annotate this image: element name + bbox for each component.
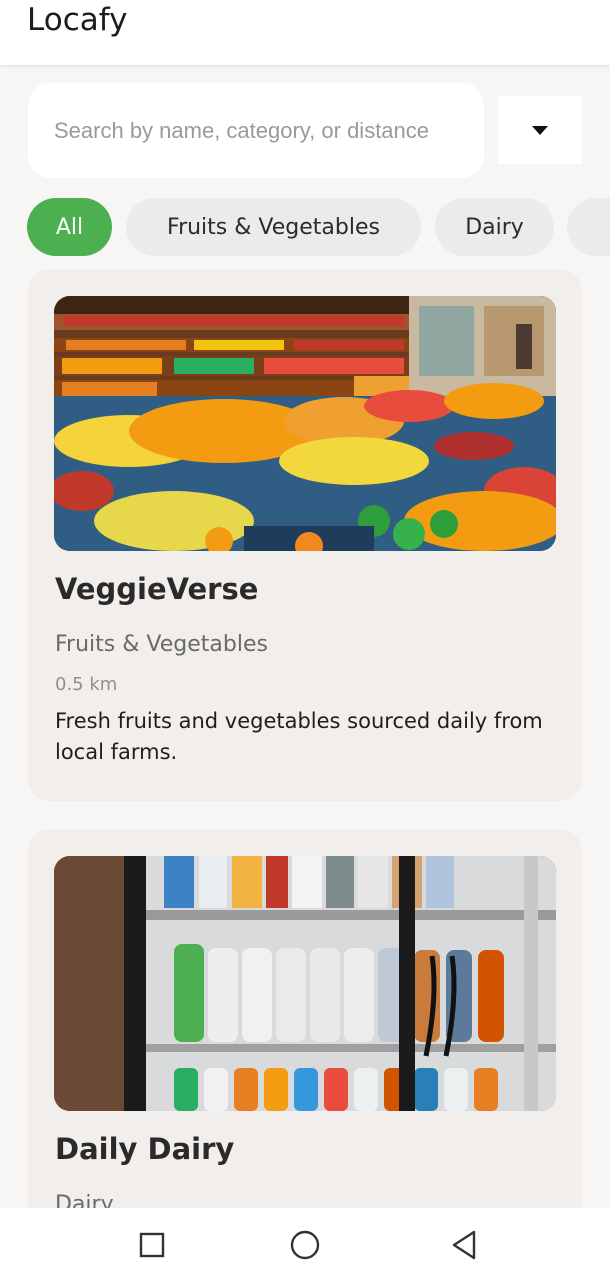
filter-chip-more[interactable]	[567, 198, 610, 256]
app-screen: Locafy All Fruits & Vegetables Dairy	[0, 0, 610, 1280]
search-input[interactable]	[54, 111, 460, 151]
store-card[interactable]: Daily Dairy Dairy	[28, 829, 582, 1249]
filter-chip-all[interactable]: All	[27, 198, 112, 256]
store-name: Daily Dairy	[55, 1132, 235, 1166]
app-bar: Locafy	[0, 0, 610, 66]
app-title: Locafy	[27, 2, 128, 38]
store-category: Fruits & Vegetables	[55, 632, 268, 657]
triangle-back-icon[interactable]	[446, 1228, 480, 1262]
store-image	[54, 856, 556, 1111]
search-box[interactable]	[28, 83, 484, 178]
chevron-down-icon	[532, 125, 548, 135]
system-navigation-bar	[0, 1208, 610, 1280]
filter-chip-fruits-vegetables[interactable]: Fruits & Vegetables	[126, 198, 421, 256]
circle-icon[interactable]	[288, 1228, 322, 1262]
store-name: VeggieVerse	[55, 572, 259, 606]
store-image	[54, 296, 556, 551]
filter-dropdown-button[interactable]	[498, 96, 582, 164]
store-card[interactable]: VeggieVerse Fruits & Vegetables 0.5 km F…	[28, 269, 582, 801]
store-distance: 0.5 km	[55, 674, 118, 695]
store-description: Fresh fruits and vegetables sourced dail…	[55, 709, 543, 764]
filter-chip-dairy[interactable]: Dairy	[435, 198, 554, 256]
square-icon[interactable]	[135, 1228, 169, 1262]
